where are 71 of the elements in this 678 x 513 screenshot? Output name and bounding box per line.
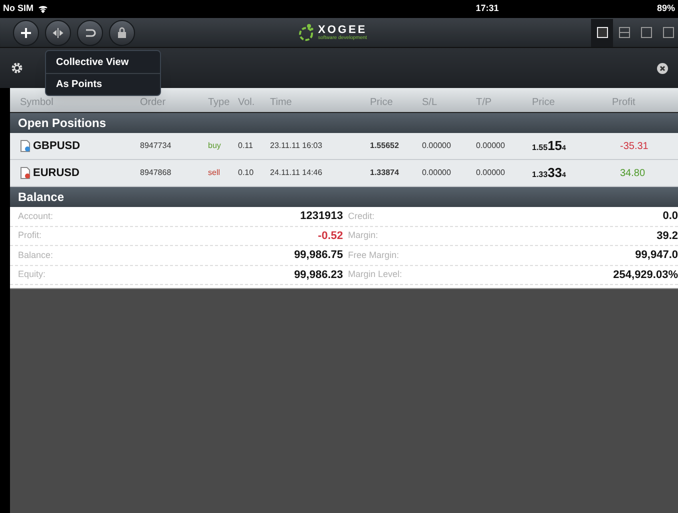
balance-value: 99,986.23 [293,268,343,282]
square-icon [596,27,608,38]
balance-label: Balance: [18,248,54,262]
balance-value: 99,986.75 [293,248,343,263]
square-icon [662,27,674,38]
time-cell-text: 24.11.11 14:46 [270,167,324,179]
time-cell-text: 23.11.11 16:03 [270,140,324,152]
plus-icon [20,26,32,38]
column-header: T/P [476,96,493,110]
square-icon [618,27,630,38]
type-cell-text: sell [208,167,222,179]
settings-icon[interactable] [10,61,24,75]
order-cell-text: 8947868 [140,167,172,179]
column-header: Time [270,96,293,110]
balance-value: -0.52 [316,228,343,244]
symbol-text: GBPUSD [33,138,80,154]
balance-value: 0.0 [662,209,678,224]
balance-label: Free Margin: [348,248,400,262]
volume-cell-text: 0.11 [238,140,254,152]
profit-cell-text: 34.80 [619,166,646,180]
column-header: Symbol [20,96,54,110]
profit-cell-text: -35.31 [619,140,650,154]
take-profit-cell-text: 0.00000 [476,167,506,179]
undo-icon [84,26,96,38]
logo-icon [297,22,315,42]
add-button[interactable] [13,20,39,46]
clock-label: 17:31 [476,2,499,16]
carrier-label: No SIM [3,2,34,16]
stop-loss-cell-text: 0.00000 [422,140,452,152]
section-title: Open Positions [18,115,106,132]
type-cell-text: buy [208,140,222,152]
column-header: Price [370,96,394,110]
split-arrows-icon [52,26,64,38]
price-cell-text: 1.33874 [370,167,400,179]
menu-item[interactable]: As Points [46,73,160,95]
split-button[interactable] [45,20,71,46]
logo-text: XOGEE [318,24,368,36]
lock-icon [117,26,127,38]
undo-button[interactable] [77,20,103,46]
order-cell-text: 8947734 [140,140,172,152]
wifi-icon [38,5,48,13]
volume-cell-text: 0.10 [238,167,255,179]
column-header: S/L [422,96,438,110]
balance-value: 39.2 [656,228,678,244]
lock-button[interactable] [109,20,135,46]
balance-label: Margin Level: [348,268,404,281]
column-header: Order [140,96,167,110]
balance-value: 254,929.03% [612,268,678,282]
column-header: Price [532,96,556,110]
balance-value: 99,947.0 [634,248,678,263]
balance-label: Equity: [18,268,47,281]
layout-button[interactable] [591,18,613,46]
section-title: Balance [18,189,64,206]
symbol-text: EURUSD [33,166,80,181]
document-icon [20,140,31,152]
column-header: Profit [612,96,636,110]
column-header: Type [208,96,231,110]
balance-label: Account: [18,210,54,222]
battery-label: 89% [656,2,675,16]
square-icon [640,27,652,38]
stop-loss-cell-text: 0.00000 [422,167,452,179]
menu-item[interactable]: Collective View [46,51,160,73]
balance-label: Margin: [348,229,380,242]
close-icon[interactable] [657,62,668,74]
balance-label: Profit: [18,229,43,242]
column-header: Vol. [238,96,256,110]
price-cell-text: 1.55652 [370,140,400,152]
take-profit-cell-text: 0.00000 [476,140,506,152]
balance-value: 1231913 [299,209,343,224]
balance-label: Credit: [348,210,376,222]
document-icon [20,167,31,179]
